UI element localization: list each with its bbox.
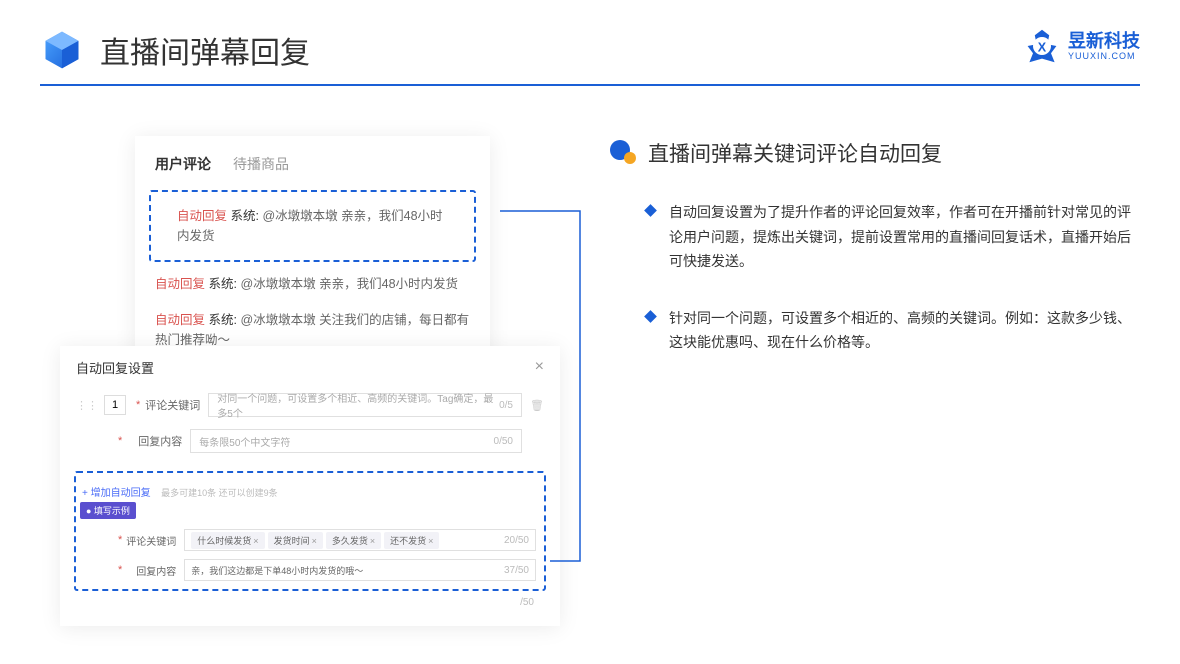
brand-logo: X 昱新科技 YUUXIN.COM [1024, 28, 1140, 64]
diamond-bullet-icon [644, 204, 657, 217]
close-icon[interactable]: × [535, 358, 544, 377]
tag-chip[interactable]: 发货时间 [268, 532, 323, 549]
example-badge: ● 填写示例 [80, 502, 136, 519]
tab-user-comments[interactable]: 用户评论 [155, 154, 211, 174]
diamond-bullet-icon [644, 310, 657, 323]
example-reply-input[interactable]: 亲，我们这边都是下单48小时内发货的哦～ 37/50 [184, 559, 536, 581]
drag-handle-icon[interactable]: ⋮⋮ [76, 399, 98, 412]
section-bullet-icon [610, 140, 636, 166]
cube-icon [40, 28, 84, 72]
tag-chip[interactable]: 多久发货 [326, 532, 381, 549]
settings-modal: 自动回复设置 × ⋮⋮ 1 * 评论关键词 对同一个问题，可设置多个相近、高频的… [60, 346, 560, 626]
trash-icon[interactable]: 🗑 [530, 399, 544, 412]
keyword-input[interactable]: 对同一个问题，可设置多个相近、高频的关键词。Tag确定，最多5个 0/5 [208, 393, 522, 417]
point-text: 针对同一个问题，可设置多个相近的、高频的关键词。例如：这款多少钱、这块能优惠吗、… [669, 306, 1140, 355]
example-keyword-input[interactable]: 什么时候发货发货时间多久发货还不发货 20/50 [184, 529, 536, 551]
tag-chip[interactable]: 还不发货 [384, 532, 439, 549]
point-text: 自动回复设置为了提升作者的评论回复效率，作者可在开播前针对常见的评论用户问题，提… [669, 200, 1140, 274]
svg-text:X: X [1038, 40, 1047, 54]
highlighted-comment: 自动回复 系统: @冰墩墩本墩 亲亲，我们48小时内发货 [149, 190, 476, 262]
tab-pending-goods[interactable]: 待播商品 [233, 154, 289, 174]
index-box: 1 [104, 395, 126, 415]
modal-title: 自动回复设置 [76, 358, 154, 377]
reply-input[interactable]: 每条限50个中文字符 0/50 [190, 429, 522, 453]
add-reply-link[interactable]: + 增加自动回复 [82, 488, 151, 499]
page-title: 直播间弹幕回复 [100, 28, 310, 72]
tag-chip[interactable]: 什么时候发货 [191, 532, 264, 549]
example-box: + 增加自动回复 最多可建10条 还可以创建9条 ● 填写示例 * 评论关键词 … [74, 471, 546, 591]
comment-row: 自动回复 系统: @冰墩墩本墩 亲亲，我们48小时内发货 [135, 266, 490, 302]
reply-label: 回复内容 [126, 433, 182, 449]
logo-text-cn: 昱新科技 [1068, 32, 1140, 50]
section-title: 直播间弹幕关键词评论自动回复 [648, 138, 942, 168]
auto-reply-tag: 自动回复 [177, 209, 227, 223]
keyword-label: 评论关键词 [144, 397, 200, 413]
logo-text-en: YUUXIN.COM [1068, 52, 1140, 61]
